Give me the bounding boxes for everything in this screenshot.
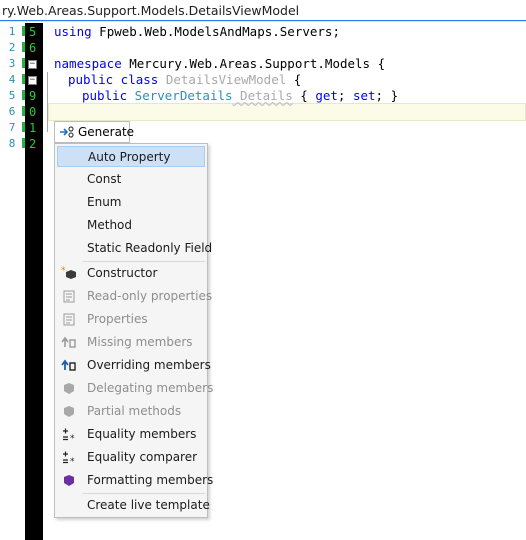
- overriding-members-icon: [61, 358, 77, 373]
- menu-item-const[interactable]: Const: [57, 169, 205, 190]
- menu-item-label: Equality comparer: [87, 450, 198, 464]
- code-text: Fpweb.Web.ModelsAndMaps.Servers;: [91, 24, 340, 39]
- gutter-line-number: 2: [8, 41, 16, 54]
- margin-strip: 5 6 9 0 1 2 − −: [25, 23, 43, 540]
- keyword: namespace: [54, 56, 122, 71]
- menu-item-auto-property[interactable]: Auto Property: [57, 146, 205, 167]
- menu-separator: [83, 261, 205, 262]
- fold-toggle-class[interactable]: −: [28, 76, 37, 85]
- menu-item-partial-methods[interactable]: Partial methods: [57, 401, 205, 422]
- menu-item-formatting-members[interactable]: Formatting members: [57, 470, 213, 491]
- menu-separator: [83, 493, 205, 494]
- menu-item-equality-comparer[interactable]: * Equality comparer: [57, 447, 205, 468]
- menu-item-label: Constructor: [87, 266, 158, 280]
- equality-members-icon: *: [61, 427, 77, 444]
- document-title-text: ry.Web.Areas.Support.Models.DetailsViewM…: [2, 3, 300, 18]
- code-text: ; }: [375, 88, 399, 103]
- margin-line-number: 2: [29, 137, 37, 151]
- class-name: DetailsViewModel: [158, 72, 287, 87]
- code-line-property: public ServerDetails Details { get; set;…: [82, 88, 398, 104]
- menu-item-label: Delegating members: [87, 381, 214, 395]
- type-name: ServerDetails: [127, 88, 233, 103]
- menu-item-method[interactable]: Method: [57, 215, 205, 236]
- svg-text:*: *: [70, 457, 75, 465]
- margin-line-number: 9: [29, 89, 37, 103]
- code-text: Mercury.Web.Areas.Support.Models {: [121, 56, 386, 71]
- keyword: using: [54, 24, 92, 39]
- read-only-properties-icon: [61, 289, 77, 304]
- code-text: {: [292, 88, 316, 103]
- current-line-highlight: [48, 103, 526, 121]
- keyword: public: [68, 72, 114, 87]
- menu-item-label: Method: [87, 218, 133, 232]
- gutter-line-number: 8: [8, 137, 16, 150]
- svg-text:*: *: [61, 266, 66, 276]
- margin-line-number: 0: [29, 105, 37, 119]
- missing-members-icon: [61, 335, 77, 350]
- margin-line-number: 6: [29, 41, 37, 55]
- gutter-line-number: 3: [8, 57, 16, 70]
- gutter-line-number: 4: [8, 73, 16, 86]
- code-line-using: using Fpweb.Web.ModelsAndMaps.Servers;: [54, 24, 340, 40]
- menu-item-label: Auto Property: [88, 150, 171, 164]
- menu-item-constructor[interactable]: * Constructor: [57, 263, 205, 284]
- generate-menu: Auto Property Const Enum Method Static R…: [54, 143, 213, 518]
- margin-line-number: 1: [29, 121, 37, 135]
- menu-item-overriding-members[interactable]: Overriding members: [57, 355, 211, 376]
- active-tab-accent: [0, 20, 526, 21]
- menu-item-missing-members[interactable]: Missing members: [57, 332, 205, 353]
- menu-item-label: Static Readonly Field: [87, 241, 213, 255]
- menu-item-label: Formatting members: [87, 473, 214, 487]
- menu-item-label: Read-only properties: [87, 289, 213, 303]
- gutter-line-number: 5: [8, 89, 16, 102]
- menu-item-properties[interactable]: Properties: [57, 309, 205, 330]
- formatting-members-icon: [61, 473, 77, 488]
- gutter-line-number: 6: [8, 105, 16, 118]
- code-line-class: public class DetailsViewModel {: [68, 72, 301, 88]
- editor-gutter: 1 2 3 4 5 6 7 8: [0, 23, 25, 540]
- menu-item-label: Properties: [87, 312, 148, 326]
- margin-line-number: 5: [29, 25, 37, 39]
- keyword: public: [82, 88, 128, 103]
- menu-item-label: Overriding members: [87, 358, 211, 372]
- properties-icon: [61, 312, 77, 327]
- fold-guide: [47, 72, 48, 132]
- generate-label: Generate: [78, 125, 135, 139]
- menu-item-static-readonly-field[interactable]: Static Readonly Field: [57, 238, 212, 259]
- menu-item-read-only-properties[interactable]: Read-only properties: [57, 286, 212, 307]
- menu-item-label: Equality members: [87, 427, 197, 441]
- gutter-line-number: 7: [8, 121, 16, 134]
- menu-item-label: Missing members: [87, 335, 193, 349]
- generate-popup-header: Generate: [54, 121, 134, 143]
- document-tab-title[interactable]: ry.Web.Areas.Support.Models.DetailsViewM…: [0, 0, 526, 22]
- svg-text:*: *: [70, 434, 75, 442]
- delegating-members-icon: [61, 381, 77, 396]
- keyword: class: [113, 72, 159, 87]
- code-text: ;: [337, 88, 353, 103]
- menu-item-label: Create live template: [87, 498, 210, 512]
- gutter-line-number: 1: [8, 25, 16, 38]
- menu-item-label: Enum: [87, 195, 122, 209]
- keyword: get: [315, 88, 338, 103]
- keyword: set: [352, 88, 376, 103]
- partial-methods-icon: [61, 404, 77, 419]
- menu-item-enum[interactable]: Enum: [57, 192, 205, 213]
- code-text: {: [286, 72, 302, 87]
- property-name: Details: [232, 88, 293, 103]
- constructor-icon: *: [61, 266, 77, 281]
- menu-item-create-live-template[interactable]: Create live template: [57, 495, 210, 516]
- fold-toggle-namespace[interactable]: −: [28, 60, 37, 69]
- equality-comparer-icon: *: [61, 450, 77, 467]
- menu-item-label: Const: [87, 172, 122, 186]
- menu-item-label: Partial methods: [87, 404, 182, 418]
- menu-item-delegating-members[interactable]: Delegating members: [57, 378, 213, 399]
- code-line-namespace: namespace Mercury.Web.Areas.Support.Mode…: [54, 56, 385, 72]
- menu-item-equality-members[interactable]: * Equality members: [57, 424, 205, 445]
